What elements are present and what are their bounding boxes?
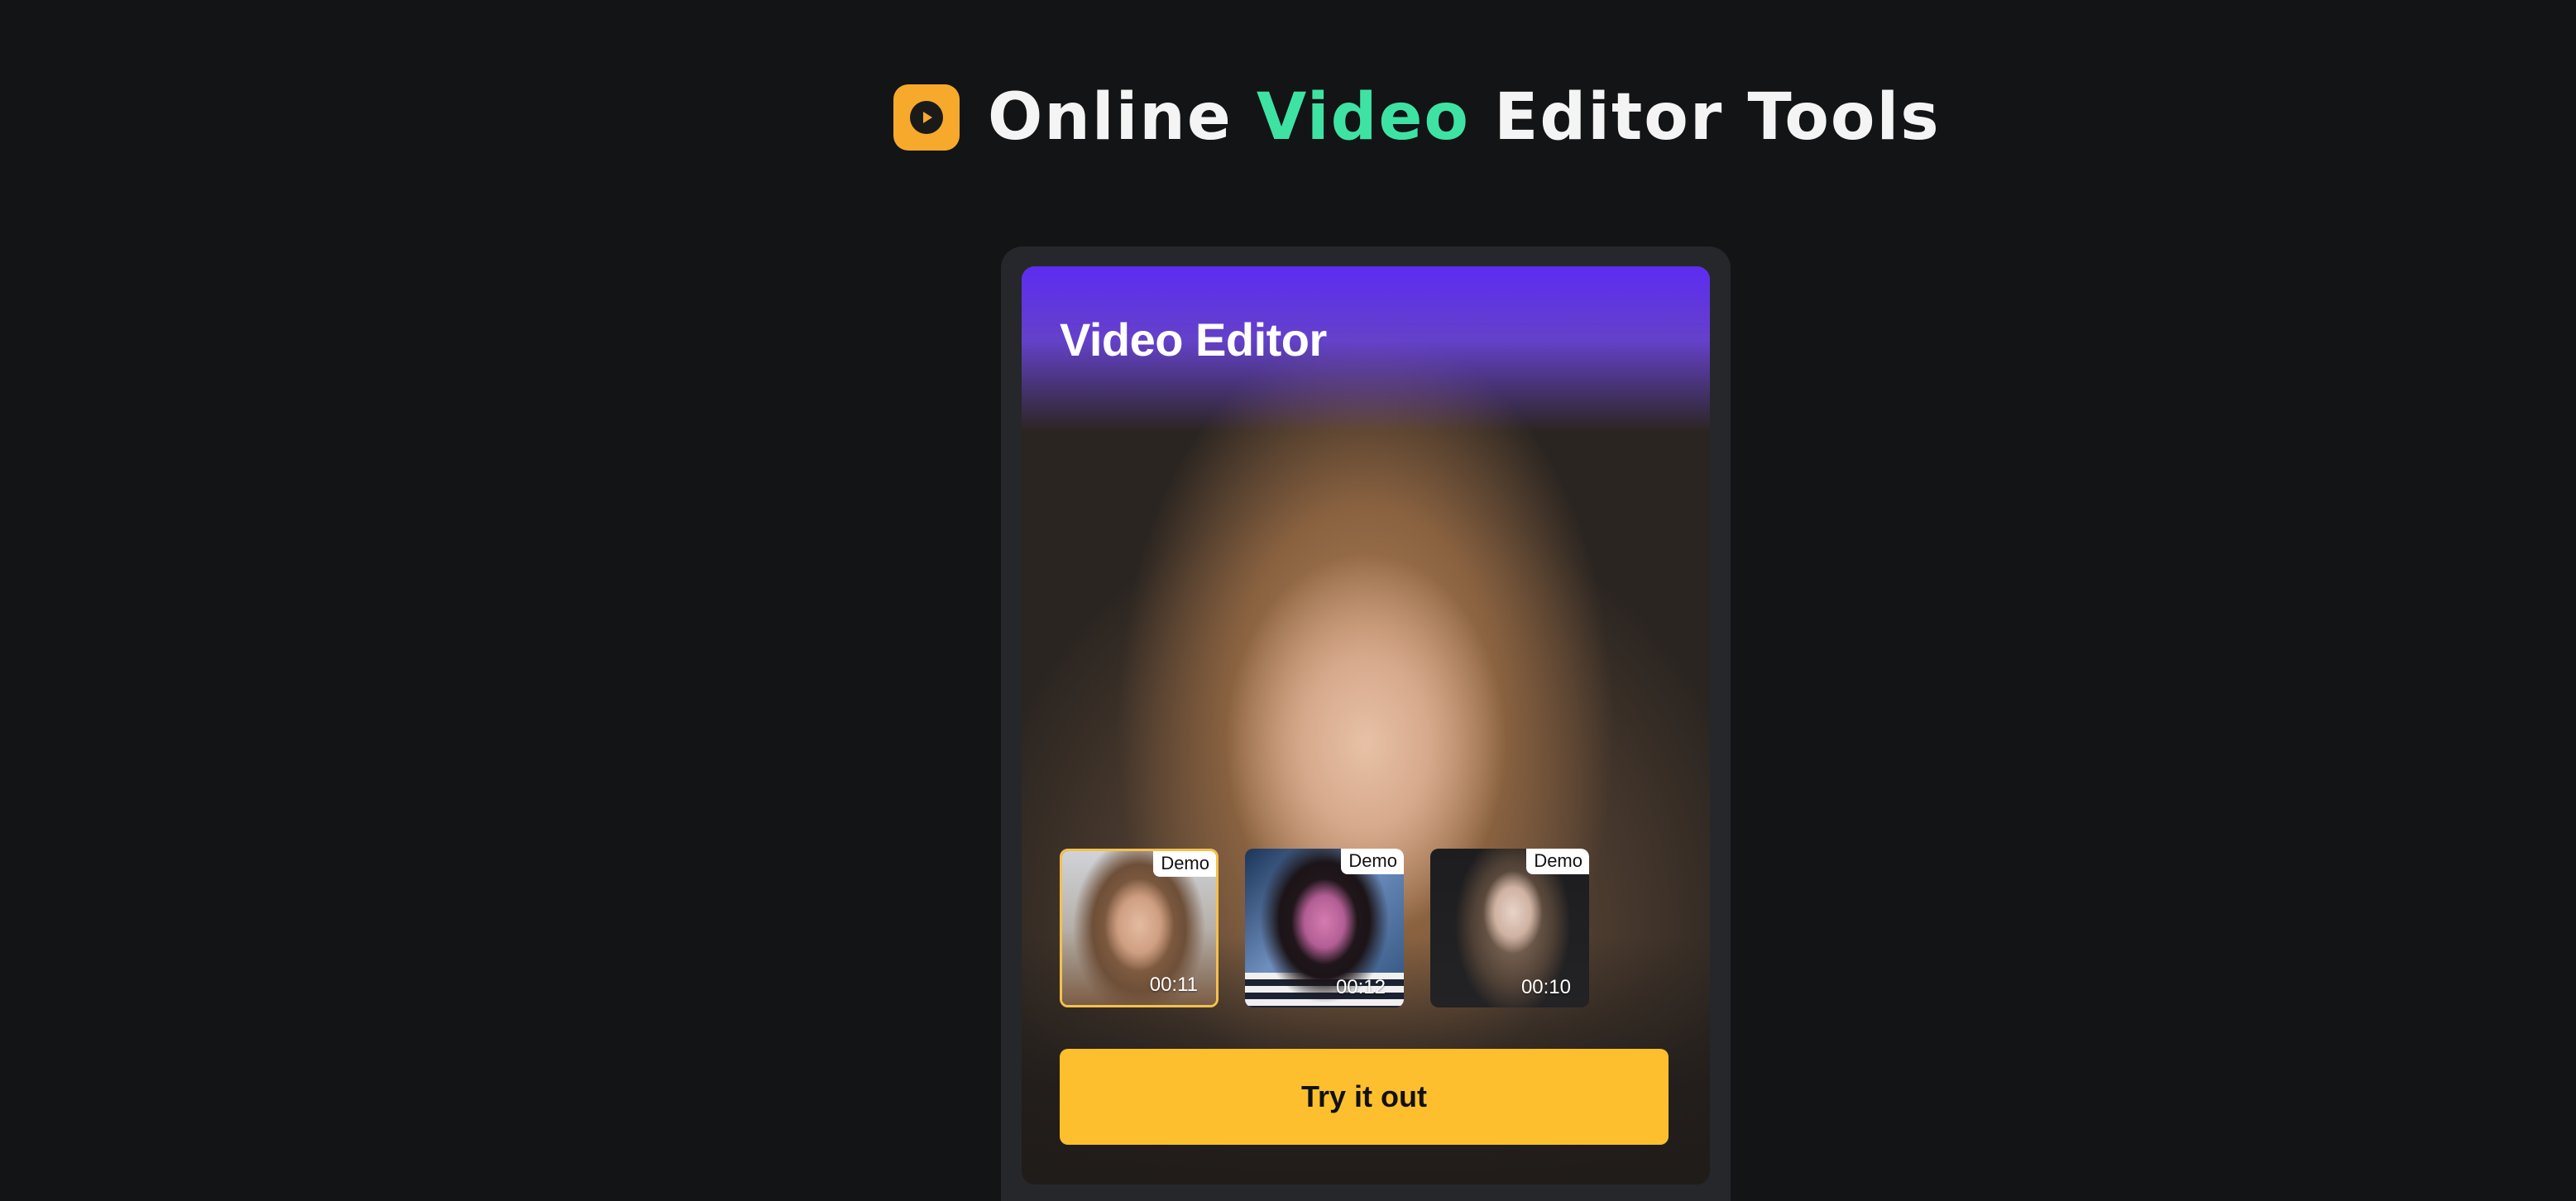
duration-label: 00:10 bbox=[1520, 976, 1571, 998]
duration-label: 00:11 bbox=[1149, 974, 1198, 996]
play-icon bbox=[910, 101, 943, 134]
logo[interactable] bbox=[893, 84, 960, 151]
title-part-2: Editor Tools bbox=[1469, 80, 1941, 155]
demo-badge: Demo bbox=[1526, 849, 1589, 874]
page: Online Video Editor Tools Video Editor D… bbox=[0, 0, 2576, 1201]
duration-label: 00:12 bbox=[1335, 976, 1386, 998]
demo-thumbnail-3[interactable]: Demo 00:10 bbox=[1430, 849, 1589, 1007]
demo-thumbnails: Demo 00:11 Demo 00:12 Demo 00:10 bbox=[1060, 849, 1589, 1007]
header: Online Video Editor Tools bbox=[893, 83, 1941, 152]
video-editor-card: Video Editor Demo 00:11 Demo 00:12 Demo … bbox=[1022, 266, 1710, 1184]
demo-badge: Demo bbox=[1153, 851, 1216, 877]
title-part-1: Online bbox=[988, 80, 1257, 155]
try-it-out-button[interactable]: Try it out bbox=[1060, 1049, 1669, 1145]
demo-thumbnail-1[interactable]: Demo 00:11 bbox=[1060, 849, 1219, 1007]
demo-thumbnail-2[interactable]: Demo 00:12 bbox=[1245, 849, 1404, 1007]
demo-badge: Demo bbox=[1341, 849, 1404, 874]
page-title: Online Video Editor Tools bbox=[988, 83, 1941, 152]
card-title: Video Editor bbox=[1060, 313, 1327, 366]
title-accent: Video bbox=[1256, 80, 1470, 155]
